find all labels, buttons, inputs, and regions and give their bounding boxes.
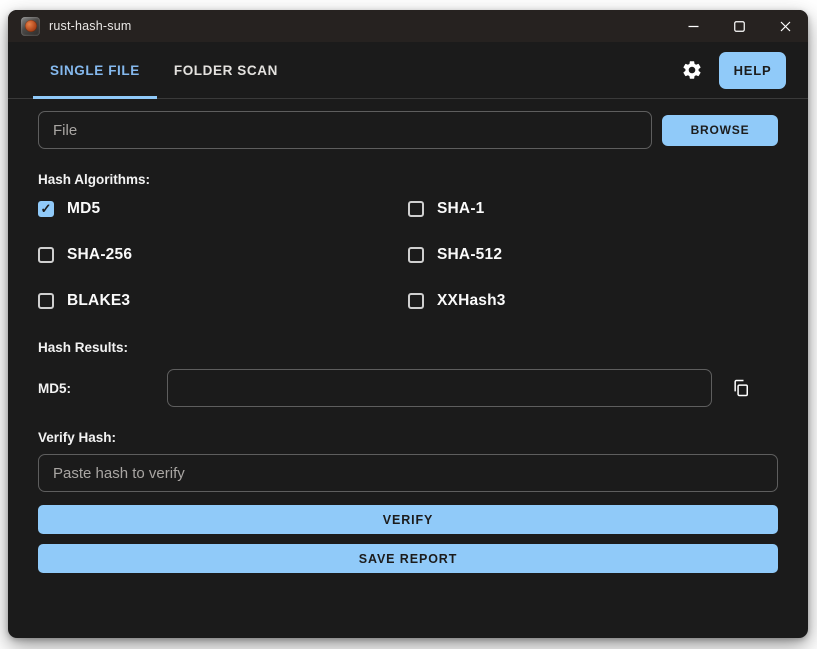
title-bar: rust-hash-sum [8, 10, 808, 42]
checkbox-box: ✓ [38, 293, 54, 309]
verify-hash-label: Verify Hash: [38, 430, 117, 445]
rust-hash-sum-icon [24, 20, 37, 32]
maximize-button[interactable] [716, 10, 762, 42]
app-window: rust-hash-sum SINGLE FILE FOLDER SCAN HE… [8, 10, 808, 638]
verify-button[interactable]: VERIFY [38, 505, 778, 534]
checkbox-label: XXHash3 [437, 292, 506, 309]
checkbox-xxhash3[interactable]: ✓ XXHash3 [408, 285, 778, 317]
checkbox-box: ✓ [408, 247, 424, 263]
algorithm-checkbox-grid: ✓ MD5 ✓ SHA-1 ✓ SHA-256 ✓ SHA-512 ✓ BLAK… [38, 193, 778, 317]
close-icon [780, 21, 790, 31]
tab-bar: SINGLE FILE FOLDER SCAN HELP [8, 42, 808, 99]
checkbox-box: ✓ [408, 201, 424, 217]
copy-icon [734, 379, 748, 397]
file-row: BROWSE [38, 111, 778, 149]
checkbox-blake3[interactable]: ✓ BLAKE3 [38, 285, 408, 317]
checkbox-label: SHA-1 [437, 200, 485, 217]
hash-results-label: Hash Results: [38, 340, 129, 355]
hash-algorithms-label: Hash Algorithms: [38, 172, 151, 187]
window-title: rust-hash-sum [49, 19, 132, 33]
maximize-icon [733, 20, 745, 32]
app-icon [21, 16, 40, 36]
checkbox-box: ✓ [408, 293, 424, 309]
help-button[interactable]: HELP [719, 51, 786, 89]
single-file-panel: BROWSE Hash Algorithms: ✓ MD5 ✓ SHA-1 ✓ … [8, 99, 808, 638]
checkbox-box: ✓ [38, 201, 54, 217]
checkbox-sha1[interactable]: ✓ SHA-1 [408, 193, 778, 225]
save-report-button[interactable]: SAVE REPORT [38, 544, 778, 573]
window-controls [670, 10, 808, 42]
checkbox-sha512[interactable]: ✓ SHA-512 [408, 239, 778, 271]
minimize-button[interactable] [670, 10, 716, 42]
gear-icon [683, 61, 701, 79]
minimize-icon [688, 25, 698, 27]
checkbox-sha256[interactable]: ✓ SHA-256 [38, 239, 408, 271]
checkbox-label: BLAKE3 [67, 292, 131, 309]
checkbox-label: SHA-512 [437, 246, 503, 263]
close-button[interactable] [762, 10, 808, 42]
settings-button[interactable] [675, 53, 709, 87]
copy-button[interactable] [729, 376, 753, 400]
checkbox-label: SHA-256 [67, 246, 133, 263]
md5-result-field[interactable] [167, 369, 712, 407]
tab-single-file[interactable]: SINGLE FILE [33, 42, 157, 99]
tab-folder-scan[interactable]: FOLDER SCAN [157, 42, 295, 98]
verify-hash-input[interactable] [38, 454, 778, 492]
browse-button[interactable]: BROWSE [662, 114, 778, 146]
result-row-md5: MD5: [38, 369, 778, 407]
checkbox-box: ✓ [38, 247, 54, 263]
file-input[interactable] [38, 111, 652, 149]
result-row-label: MD5: [38, 380, 71, 396]
checkbox-md5[interactable]: ✓ MD5 [38, 193, 408, 225]
checkbox-label: MD5 [67, 200, 101, 217]
